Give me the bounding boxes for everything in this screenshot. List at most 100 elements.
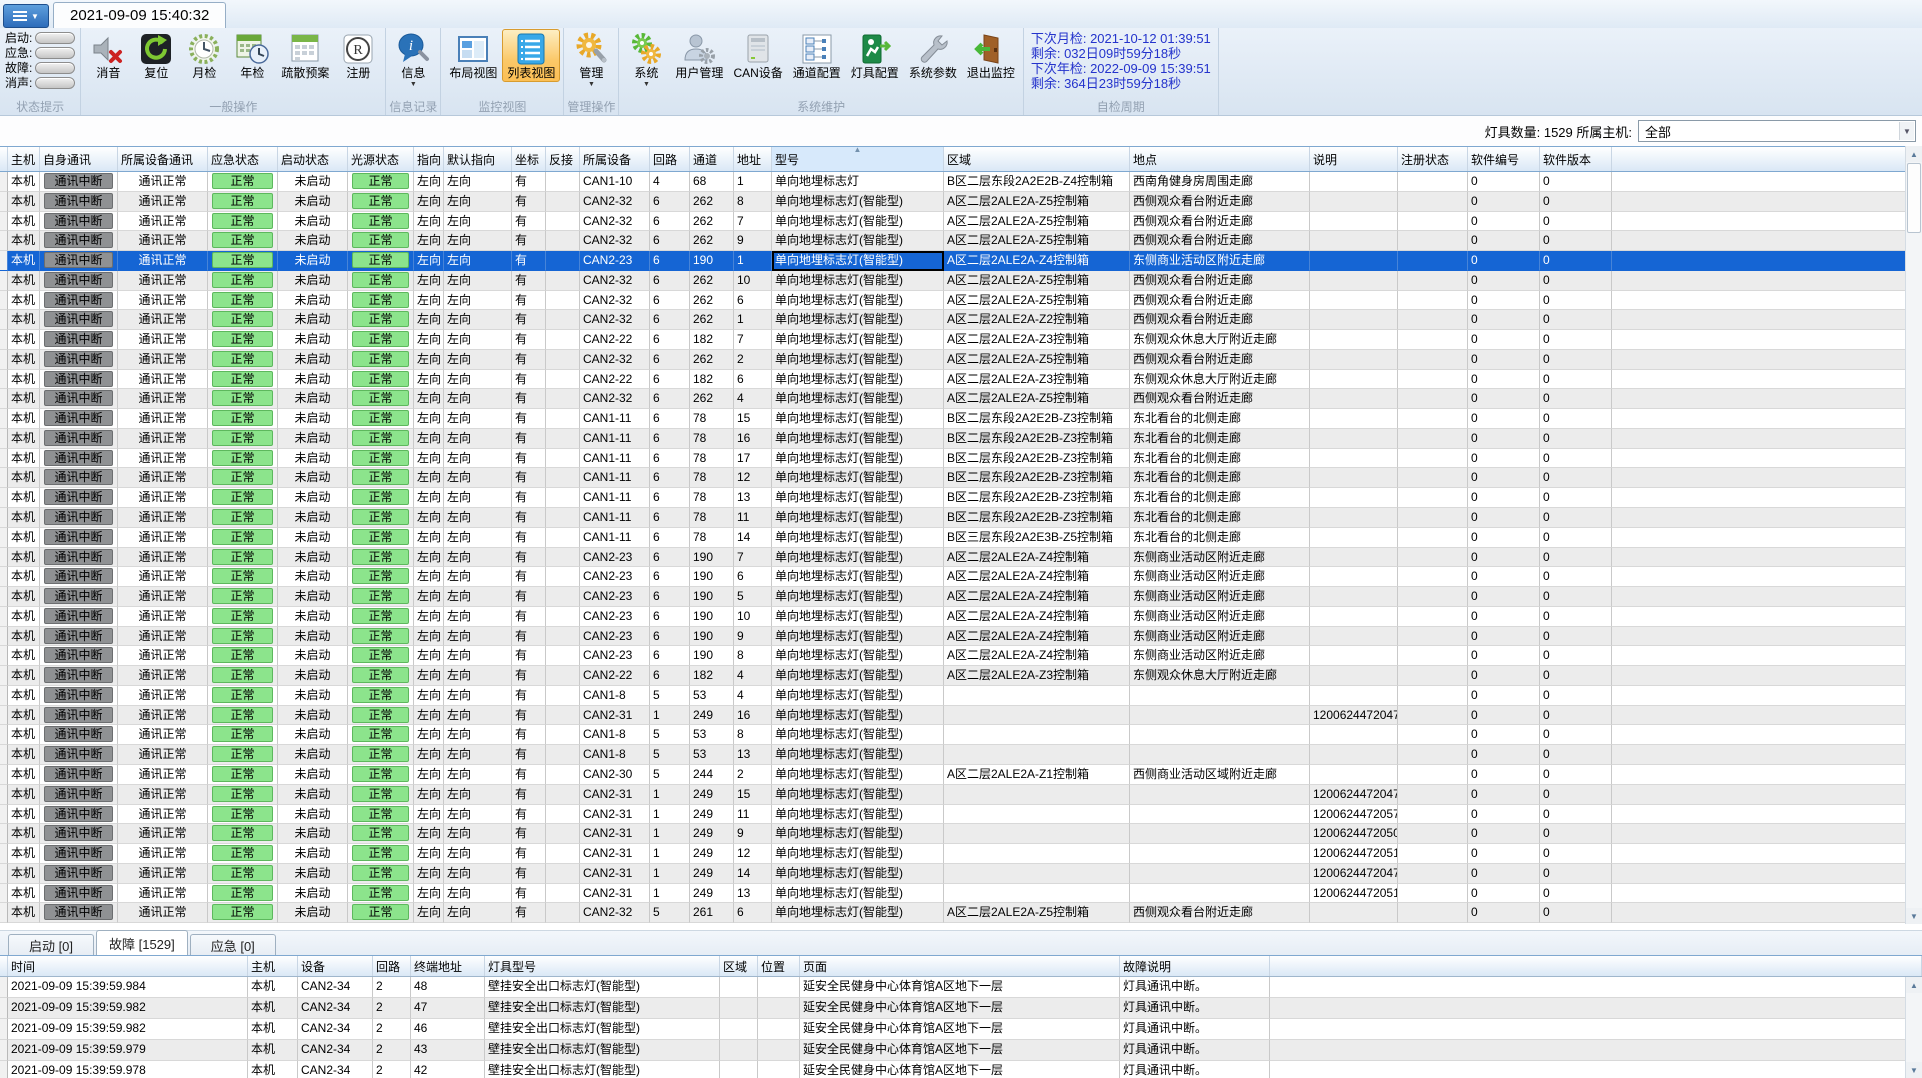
table-row[interactable]: 本机 通讯中断 通讯正常 正常 未启动 正常 左向 左向有 CAN2-23 6 190 10 单向地埋标… <box>0 606 1922 627</box>
scroll-down-icon[interactable]: ▼ <box>1906 908 1922 924</box>
table-row[interactable]: 本机 通讯中断 通讯正常 正常 未启动 正常 左向 左向有 CAN2-32 6 262 6 单向地埋标志… <box>0 290 1922 311</box>
status-indicator-light[interactable] <box>35 32 76 44</box>
table-row[interactable]: 本机 通讯中断 通讯正常 正常 未启动 正常 左向 左向有 CAN2-32 6 262 1 单向地埋标志… <box>0 310 1922 331</box>
status-indicator-light[interactable] <box>35 62 76 74</box>
column-header[interactable]: 自身通讯 <box>40 147 118 171</box>
column-header[interactable]: 区域 <box>944 147 1130 171</box>
column-header[interactable]: 终端地址 <box>411 956 485 976</box>
table-row[interactable]: 本机 通讯中断 通讯正常 正常 未启动 正常 左向 左向有 CAN2-30 5 244 2 单向地埋标志… <box>0 764 1922 785</box>
column-header[interactable]: 时间 <box>8 956 248 976</box>
table-row[interactable]: 本机 通讯中断 通讯正常 正常 未启动 正常 左向 左向有 CAN2-32 5 261 6 单向地埋标志… <box>0 903 1922 924</box>
manage-button[interactable]: 管理 ▼ <box>567 29 615 90</box>
table-row[interactable]: 本机 通讯中断 通讯正常 正常 未启动 正常 左向 左向有 CAN2-23 6 190 9 单向地埋标志… <box>0 626 1922 647</box>
column-header[interactable]: 软件编号 <box>1468 147 1540 171</box>
column-header[interactable]: 地点 <box>1130 147 1310 171</box>
column-header[interactable]: 光源状态 <box>348 147 414 171</box>
column-header[interactable]: 所属设备通讯 <box>118 147 208 171</box>
user-manage-button[interactable]: 用户管理 <box>670 29 728 82</box>
annual-check-button[interactable]: 年检 <box>228 29 276 82</box>
fault-row[interactable]: 2021-09-09 15:39:59.979 本机 CAN2-34 2 43 壁挂安全出… <box>0 1040 1922 1061</box>
column-header[interactable]: 通道 <box>690 147 734 171</box>
scrollbar-thumb[interactable] <box>1907 163 1921 233</box>
table-row[interactable]: 本机 通讯中断 通讯正常 正常 未启动 正常 左向 左向有 CAN2-32 6 262 4 单向地埋标志… <box>0 389 1922 410</box>
column-header[interactable]: 指向 <box>414 147 444 171</box>
column-header[interactable]: 反接 <box>546 147 580 171</box>
column-header[interactable]: 主机 <box>8 147 40 171</box>
column-header[interactable]: 地址 <box>734 147 772 171</box>
table-row[interactable]: 本机 通讯中断 通讯正常 正常 未启动 正常 左向 左向有 CAN2-22 6 182 7 单向地埋标志… <box>0 330 1922 350</box>
tab-0[interactable]: 启动 [0] <box>8 934 94 955</box>
table-row[interactable]: 本机 通讯中断 通讯正常 正常 未启动 正常 左向 左向有 CAN2-32 6 262 10 单向地埋标… <box>0 270 1922 291</box>
mute-button[interactable]: 消音 <box>84 29 132 82</box>
column-header[interactable]: 应急状态 <box>208 147 278 171</box>
table-row[interactable]: 本机 通讯中断 通讯正常 正常 未启动 正常 左向 左向有 CAN1-11 6 78 12 单向地埋标志… <box>0 468 1922 489</box>
table-row[interactable]: 本机 通讯中断 通讯正常 正常 未启动 正常 左向 左向有 CAN2-22 6 182 6 单向地埋标志… <box>0 369 1922 390</box>
timestamp-tab[interactable]: 2021-09-09 15:40:32 <box>53 2 227 28</box>
table-row[interactable]: 本机 通讯中断 通讯正常 正常 未启动 正常 左向 左向有 CAN1-8 5 53 13 单向地埋标志灯… <box>0 745 1922 765</box>
scroll-down-icon[interactable]: ▼ <box>1906 1062 1922 1078</box>
system-button[interactable]: 系统 ▼ <box>622 29 670 90</box>
column-header[interactable]: 所属设备 <box>580 147 650 171</box>
monthly-check-button[interactable]: 月检 <box>180 29 228 82</box>
table-row[interactable]: 本机 通讯中断 通讯正常 正常 未启动 正常 左向 左向有 CAN2-32 6 262 9 单向地埋标志… <box>0 231 1922 252</box>
table-row[interactable]: 本机 通讯中断 通讯正常 正常 未启动 正常 左向 左向有 CAN2-31 1 249 9 单向地埋标志… <box>0 824 1922 845</box>
column-header[interactable]: 区域 <box>720 956 758 976</box>
table-row[interactable]: 本机 通讯中断 通讯正常 正常 未启动 正常 左向 左向有 CAN1-8 5 53 8 单向地埋标志灯(… <box>0 725 1922 746</box>
fault-row[interactable]: 2021-09-09 15:39:59.978 本机 CAN2-34 2 42 壁挂安全出… <box>0 1061 1922 1078</box>
status-indicator-light[interactable] <box>35 47 76 59</box>
table-row[interactable]: 本机 通讯中断 通讯正常 正常 未启动 正常 左向 左向有 CAN2-31 1 249 11 单向地埋标… <box>0 804 1922 825</box>
fault-row[interactable]: 2021-09-09 15:39:59.982 本机 CAN2-34 2 47 壁挂安全出… <box>0 998 1922 1019</box>
table-row[interactable]: 本机 通讯中断 通讯正常 正常 未启动 正常 左向 左向有 CAN2-31 1 249 15 单向地埋标… <box>0 784 1922 805</box>
table-row[interactable]: 本机 通讯中断 通讯正常 正常 未启动 正常 左向 左向有 CAN2-31 1 249 14 单向地埋标… <box>0 863 1922 884</box>
table-row[interactable]: 本机 通讯中断 通讯正常 正常 未启动 正常 左向 左向有 CAN2-32 6 262 8 单向地埋标志… <box>0 191 1922 212</box>
fault-row[interactable]: 2021-09-09 15:39:59.984 本机 CAN2-34 2 48 壁挂安全出… <box>0 977 1922 998</box>
table-row[interactable]: 本机 通讯中断 通讯正常 正常 未启动 正常 左向 左向有 CAN1-11 6 78 16 单向地埋标志… <box>0 428 1922 449</box>
table-row[interactable]: 本机 通讯中断 通讯正常 正常 未启动 正常 左向 左向有 CAN2-31 1 249 16 单向地埋标… <box>0 705 1922 726</box>
can-device-button[interactable]: CAN设备 <box>728 29 787 82</box>
fault-table-scrollbar[interactable]: ▲ ▼ <box>1905 977 1922 1078</box>
table-row[interactable]: 本机 通讯中断 通讯正常 正常 未启动 正常 左向 左向有 CAN1-11 6 78 17 单向地埋标志… <box>0 448 1922 469</box>
table-row[interactable]: 本机 通讯中断 通讯正常 正常 未启动 正常 左向 左向有 CAN2-23 6 190 1 单向地埋标志… <box>0 251 1922 271</box>
scroll-up-icon[interactable]: ▲ <box>1906 977 1922 993</box>
column-header[interactable]: 灯具型号 <box>485 956 720 976</box>
column-header[interactable]: 主机 <box>248 956 298 976</box>
reset-button[interactable]: 复位 <box>132 29 180 82</box>
column-header[interactable]: 故障说明 <box>1120 956 1270 976</box>
tab-2[interactable]: 应急 [0] <box>189 934 276 955</box>
lamp-config-button[interactable]: 灯具配置 <box>846 29 904 82</box>
register-button[interactable]: R 注册 <box>334 29 382 82</box>
main-table-scrollbar[interactable]: ▲ ▼ <box>1905 146 1922 924</box>
column-header[interactable]: 注册状态 <box>1398 147 1468 171</box>
fault-row[interactable]: 2021-09-09 15:39:59.982 本机 CAN2-34 2 46 壁挂安全出… <box>0 1019 1922 1040</box>
table-row[interactable]: 本机 通讯中断 通讯正常 正常 未启动 正常 左向 左向有 CAN2-32 6 262 2 单向地埋标志… <box>0 349 1922 370</box>
column-header[interactable]: 页面 <box>800 956 1120 976</box>
tab-1[interactable]: 故障 [1529] <box>96 930 188 955</box>
column-header[interactable]: 位置 <box>758 956 800 976</box>
host-filter-combobox[interactable]: 全部 ▼ <box>1638 120 1916 142</box>
table-row[interactable]: 本机 通讯中断 通讯正常 正常 未启动 正常 左向 左向有 CAN1-8 5 53 4 单向地埋标志灯(… <box>0 685 1922 706</box>
column-header[interactable]: 回路 <box>373 956 411 976</box>
table-row[interactable]: 本机 通讯中断 通讯正常 正常 未启动 正常 左向 左向有 CAN2-23 6 190 8 单向地埋标志… <box>0 646 1922 667</box>
info-button[interactable]: i 信息 ▼ <box>389 29 437 90</box>
column-header[interactable]: 启动状态 <box>278 147 348 171</box>
table-row[interactable]: 本机 通讯中断 通讯正常 正常 未启动 正常 左向 左向有 CAN1-10 4 68 1 单向地埋标志灯… <box>0 172 1922 192</box>
channel-config-button[interactable]: 通道配置 <box>788 29 846 82</box>
column-header[interactable]: 软件版本 <box>1540 147 1612 171</box>
table-row[interactable]: 本机 通讯中断 通讯正常 正常 未启动 正常 左向 左向有 CAN1-11 6 78 11 单向地埋标志… <box>0 508 1922 528</box>
sys-params-button[interactable]: 系统参数 <box>904 29 962 82</box>
table-row[interactable]: 本机 通讯中断 通讯正常 正常 未启动 正常 左向 左向有 CAN1-11 6 78 15 单向地埋标志… <box>0 409 1922 429</box>
table-row[interactable]: 本机 通讯中断 通讯正常 正常 未启动 正常 左向 左向有 CAN1-11 6 78 14 单向地埋标志… <box>0 527 1922 548</box>
exit-monitor-button[interactable]: 退出监控 <box>962 29 1020 82</box>
layout-view-button[interactable]: 布局视图 <box>444 29 502 82</box>
table-row[interactable]: 本机 通讯中断 通讯正常 正常 未启动 正常 左向 左向有 CAN1-11 6 78 13 单向地埋标志… <box>0 488 1922 509</box>
table-row[interactable]: 本机 通讯中断 通讯正常 正常 未启动 正常 左向 左向有 CAN2-31 1 249 13 单向地埋标… <box>0 883 1922 904</box>
table-row[interactable]: 本机 通讯中断 通讯正常 正常 未启动 正常 左向 左向有 CAN2-23 6 190 7 单向地埋标志… <box>0 547 1922 568</box>
column-header[interactable]: 设备 <box>298 956 373 976</box>
column-header[interactable]: 回路 <box>650 147 690 171</box>
app-menu-button[interactable]: ▼ <box>3 4 49 28</box>
column-header[interactable]: 型号 ▲ <box>772 147 944 171</box>
table-row[interactable]: 本机 通讯中断 通讯正常 正常 未启动 正常 左向 左向有 CAN2-22 6 182 4 单向地埋标志… <box>0 666 1922 686</box>
column-header[interactable]: 说明 <box>1310 147 1398 171</box>
table-row[interactable]: 本机 通讯中断 通讯正常 正常 未启动 正常 左向 左向有 CAN2-31 1 249 12 单向地埋标… <box>0 844 1922 864</box>
evacuation-plan-button[interactable]: 疏散预案 <box>276 29 334 82</box>
